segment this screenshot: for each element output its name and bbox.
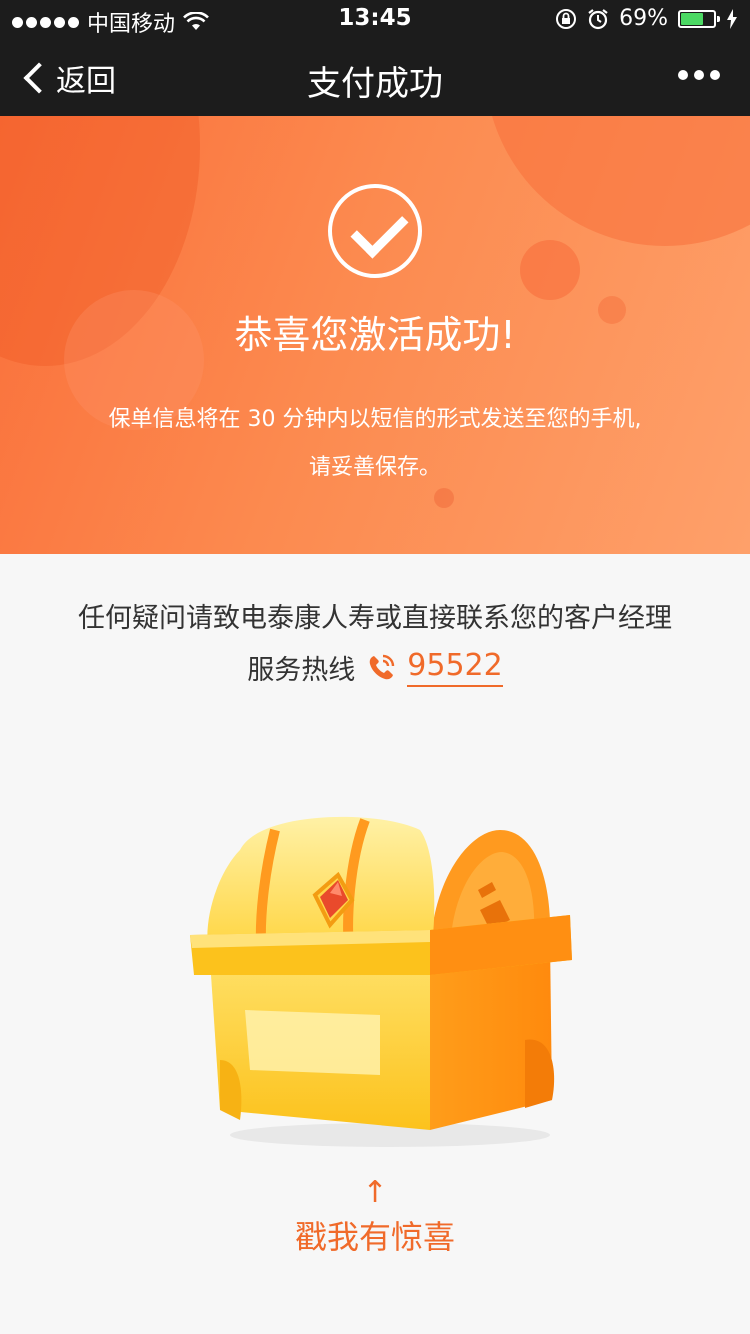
decorative-bubble [485, 116, 750, 246]
more-dots-icon[interactable] [678, 70, 720, 80]
hotline-row: 服务热线 95522 [0, 648, 750, 687]
success-hero: 恭喜您激活成功! 保单信息将在 30 分钟内以短信的形式发送至您的手机, 请妥善… [0, 116, 750, 554]
check-circle-icon [328, 184, 422, 278]
battery-icon [678, 9, 720, 28]
nav-bar: 返回 支付成功 [0, 40, 750, 116]
rotation-lock-icon [556, 8, 577, 29]
alarm-icon [588, 8, 608, 29]
surprise-button[interactable]: 戳我有惊喜 [0, 1212, 750, 1258]
status-bar: 中国移动 13:45 69% [0, 0, 750, 40]
treasure-chest-icon[interactable] [180, 790, 580, 1150]
decorative-bubble [520, 240, 580, 300]
description-line-1: 保单信息将在 30 分钟内以短信的形式发送至您的手机, [108, 407, 642, 432]
contact-text: 任何疑问请致电泰康人寿或直接联系您的客户经理 [78, 603, 672, 634]
hotline-label: 服务热线 [247, 655, 356, 686]
charging-icon [727, 8, 737, 29]
success-title: 恭喜您激活成功! [234, 313, 516, 357]
hotline-number-link[interactable]: 95522 [407, 648, 503, 687]
page-title: 支付成功 [307, 64, 443, 104]
arrow-up-icon: ↑ [362, 1175, 388, 1210]
success-description: 保单信息将在 30 分钟内以短信的形式发送至您的手机, 请妥善保存。 [60, 396, 690, 492]
status-right: 69% [555, 6, 738, 31]
phone-icon [370, 654, 395, 679]
description-line-2: 请妥善保存。 [308, 455, 441, 480]
battery-percent: 69% [619, 6, 668, 31]
